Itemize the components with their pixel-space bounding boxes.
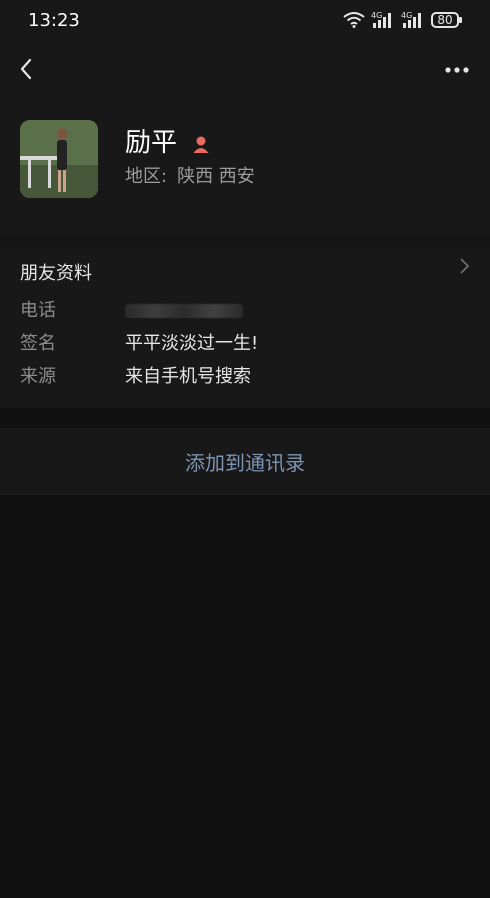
section-divider — [0, 236, 490, 248]
status-bar: 13:23 4G 4G 80 — [0, 0, 490, 42]
signal-icon: 4G — [371, 11, 391, 28]
phone-value-redacted — [125, 304, 243, 318]
add-to-contacts-label: 添加到通讯录 — [185, 450, 305, 475]
phone-row[interactable]: 电话 — [20, 296, 243, 322]
section-divider-2 — [0, 408, 490, 428]
source-row: 来源 来自手机号搜索 — [20, 362, 251, 388]
avatar[interactable] — [20, 120, 98, 198]
source-value: 来自手机号搜索 — [125, 366, 251, 387]
more-icon[interactable] — [442, 58, 472, 82]
contact-name-text: 励平 — [125, 128, 178, 158]
signature-row: 签名 平平淡淡过一生! — [20, 329, 258, 355]
signature-value: 平平淡淡过一生! — [125, 333, 259, 354]
region: 地区: 陕西 西安 — [125, 162, 255, 188]
battery-tip — [459, 17, 462, 23]
top-nav — [0, 42, 490, 102]
source-label: 来源 — [20, 366, 56, 387]
avatar-image — [20, 120, 98, 198]
battery-icon: 80 — [431, 12, 459, 28]
svg-text:4G: 4G — [371, 11, 382, 20]
signature-label: 签名 — [20, 333, 56, 354]
chevron-right-icon — [460, 258, 470, 274]
svg-text:4G: 4G — [401, 11, 412, 20]
wifi-icon — [343, 12, 365, 28]
back-icon[interactable] — [12, 54, 42, 84]
contact-name: 励平 — [125, 122, 211, 159]
female-icon — [193, 136, 209, 153]
region-value: 陕西 西安 — [177, 166, 255, 187]
status-time: 13:23 — [28, 10, 80, 31]
profile-header: 励平 地区: 陕西 西安 — [0, 102, 490, 236]
signal-icon-2: 4G — [401, 11, 421, 28]
battery-level: 80 — [437, 13, 453, 27]
friend-info-title: 朋友资料 — [20, 263, 92, 284]
phone-label: 电话 — [20, 300, 56, 321]
status-icons: 4G 4G 80 — [343, 10, 462, 30]
add-to-contacts-button[interactable]: 添加到通讯录 — [0, 428, 490, 495]
friend-info-section[interactable]: 朋友资料 电话 签名 平平淡淡过一生! 来源 来自手机号搜索 — [0, 248, 490, 408]
region-label: 地区: — [125, 166, 168, 187]
